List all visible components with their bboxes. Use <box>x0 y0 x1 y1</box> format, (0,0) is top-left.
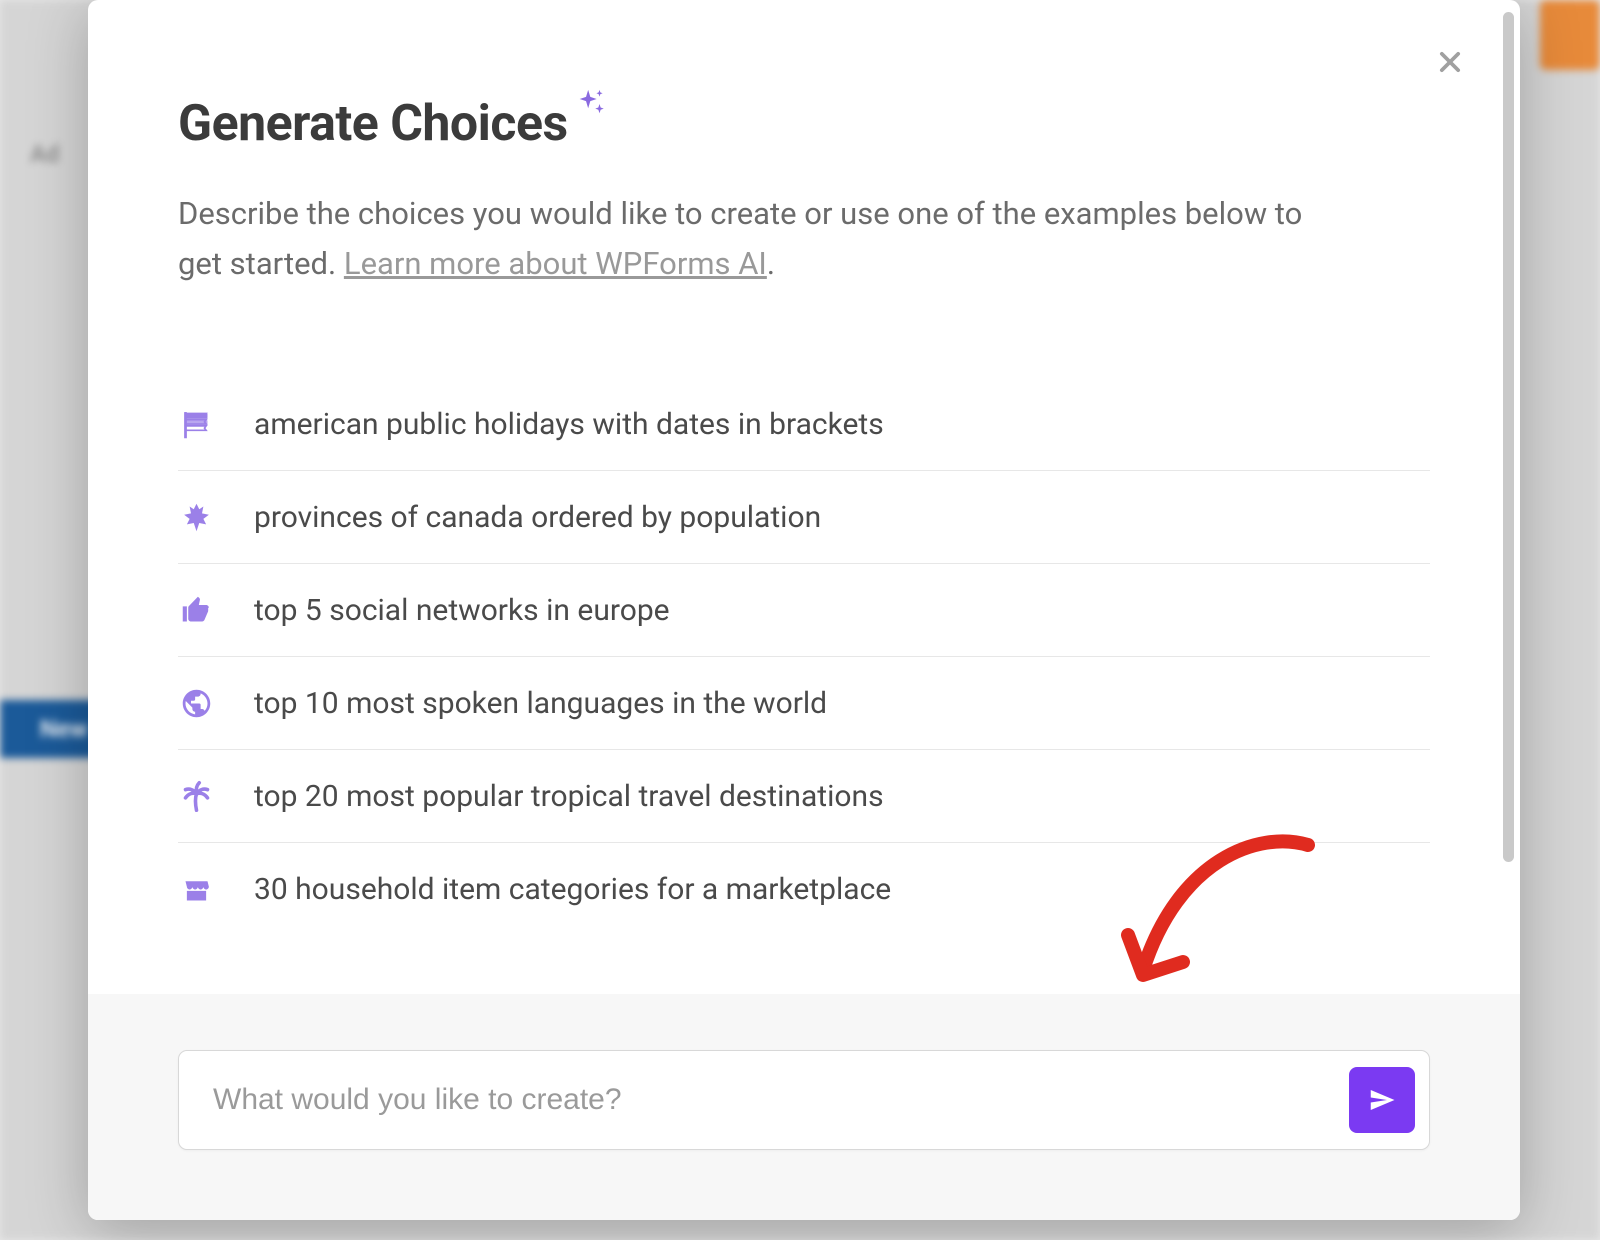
example-item-marketplace[interactable]: 30 household item categories for a marke… <box>178 843 1430 935</box>
modal-title-text: Generate Choices <box>178 95 568 153</box>
send-icon <box>1367 1085 1397 1115</box>
modal-body: Generate Choices Describe the choices yo… <box>88 0 1520 994</box>
example-item-label: top 5 social networks in europe <box>254 593 670 628</box>
learn-more-link[interactable]: Learn more about WPForms AI <box>344 245 767 282</box>
example-item-label: top 20 most popular tropical travel dest… <box>254 779 884 814</box>
example-item-provinces[interactable]: provinces of canada ordered by populatio… <box>178 471 1430 564</box>
modal-title: Generate Choices <box>178 95 608 153</box>
palm-icon <box>178 778 214 814</box>
example-item-label: provinces of canada ordered by populatio… <box>254 500 821 535</box>
backdrop-blur-text: Ad <box>30 140 59 168</box>
examples-list: american public holidays with dates in b… <box>178 378 1430 935</box>
example-item-label: 30 household item categories for a marke… <box>254 872 891 907</box>
example-item-holidays[interactable]: american public holidays with dates in b… <box>178 378 1430 471</box>
flag-icon <box>178 406 214 442</box>
modal-scrollbar[interactable] <box>1503 12 1514 862</box>
sparkle-icon <box>574 87 608 121</box>
leaf-icon <box>178 499 214 535</box>
modal-description: Describe the choices you would like to c… <box>178 189 1348 288</box>
close-icon <box>1436 48 1464 76</box>
modal-description-suffix: . <box>767 245 775 282</box>
prompt-input-wrap <box>178 1050 1430 1150</box>
store-icon <box>178 871 214 907</box>
example-item-label: american public holidays with dates in b… <box>254 407 884 442</box>
backdrop-orange-button <box>1540 0 1600 70</box>
generate-choices-modal: Generate Choices Describe the choices yo… <box>88 0 1520 1220</box>
example-item-label: top 10 most spoken languages in the worl… <box>254 686 827 721</box>
modal-footer <box>88 994 1520 1220</box>
prompt-input[interactable] <box>193 1065 1349 1135</box>
close-button[interactable] <box>1430 42 1470 82</box>
example-item-travel[interactable]: top 20 most popular tropical travel dest… <box>178 750 1430 843</box>
thumbs-up-icon <box>178 592 214 628</box>
globe-icon <box>178 685 214 721</box>
example-item-social-networks[interactable]: top 5 social networks in europe <box>178 564 1430 657</box>
send-button[interactable] <box>1349 1067 1415 1133</box>
example-item-languages[interactable]: top 10 most spoken languages in the worl… <box>178 657 1430 750</box>
